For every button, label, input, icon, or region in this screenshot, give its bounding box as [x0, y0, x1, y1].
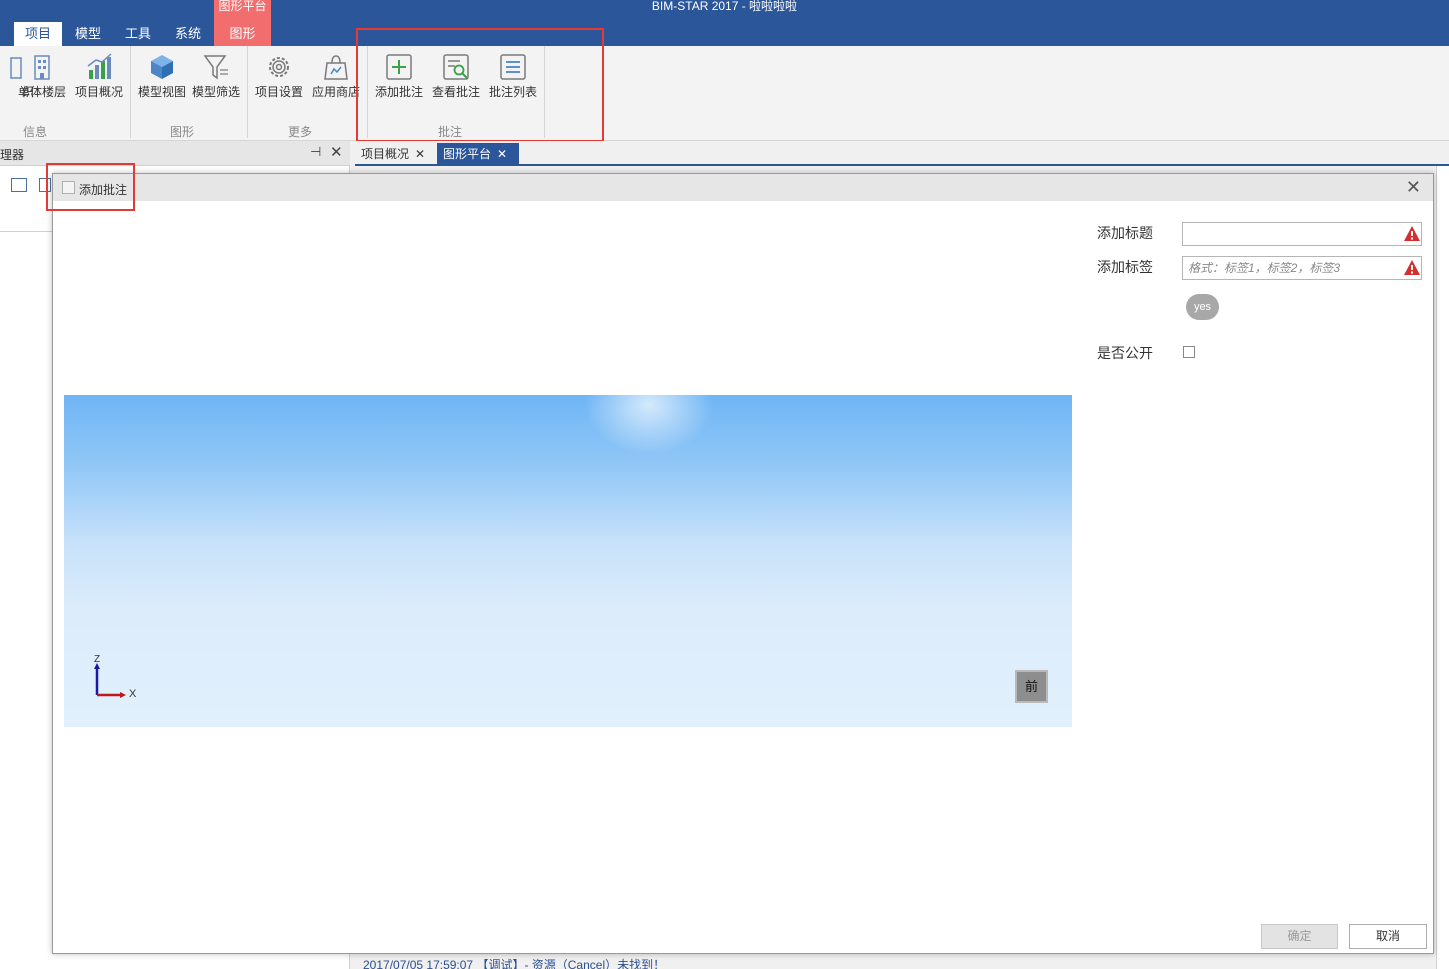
group-label-annotation: 批注 — [437, 125, 462, 139]
front-view-button[interactable]: 前 — [1015, 670, 1048, 703]
doc-tab-project-overview[interactable]: 项目概况 ✕ — [355, 143, 437, 165]
cancel-button[interactable]: 取消 — [1349, 924, 1427, 949]
dialog-header: 添加批注 ✕ — [53, 174, 1433, 201]
title-input[interactable] — [1182, 222, 1422, 246]
group-separator — [367, 46, 368, 138]
tag-chip[interactable]: yes — [1186, 294, 1219, 320]
group-label-graphics: 图形 — [169, 125, 194, 139]
ribbon-button-single-floor[interactable]: 单体楼层 — [14, 52, 70, 104]
tags-input[interactable] — [1182, 256, 1422, 280]
sky-sun-glow — [584, 395, 714, 455]
bar-chart-icon — [87, 53, 112, 79]
add-annotation-icon — [62, 181, 75, 194]
cube-icon — [151, 55, 173, 79]
close-icon[interactable]: ✕ — [330, 143, 343, 161]
ribbon-button-app-store[interactable]: 应用商店 — [308, 52, 364, 104]
right-panel-strip — [1436, 166, 1449, 969]
ribbon: 织 单体楼层 项目概况 信息 模型视图 模型筛选 图形 项目设置 应用商店 更多… — [0, 46, 1449, 141]
ribbon-button-label: 查看批注 — [431, 85, 480, 99]
store-bag-icon — [324, 55, 348, 80]
divider — [0, 231, 52, 232]
dialog-title: 添加批注 — [79, 183, 128, 197]
axis-z-label: Z — [94, 654, 101, 665]
tab-graphics[interactable]: 图形 — [214, 22, 271, 46]
ribbon-button-view-annotation[interactable]: 查看批注 — [428, 52, 484, 104]
tab-model[interactable]: 模型 — [66, 22, 110, 46]
doc-tab-label: 项目概况 — [361, 147, 410, 161]
tab-system[interactable]: 系统 — [166, 22, 210, 46]
ribbon-button-add-annotation[interactable]: 添加批注 — [371, 52, 427, 104]
add-annotation-icon — [386, 54, 412, 80]
ribbon-button-label: 批注列表 — [488, 85, 537, 99]
pin-icon[interactable]: ⊣ — [310, 144, 321, 160]
close-icon[interactable]: ✕ — [497, 147, 507, 161]
ribbon-button-model-filter[interactable]: 模型筛选 — [188, 52, 244, 104]
title-field-label: 添加标题 — [1097, 225, 1153, 241]
view-annotation-icon — [443, 54, 469, 80]
list-icon — [500, 54, 526, 80]
left-pane-title: 理器 — [0, 148, 25, 162]
doc-tab-label: 图形平台 — [443, 147, 492, 161]
document-tabs: 项目概况 ✕ 图形平台 ✕ — [355, 141, 1449, 166]
ribbon-button-annotation-list[interactable]: 批注列表 — [485, 52, 541, 104]
group-separator — [247, 46, 248, 138]
close-icon[interactable]: ✕ — [1406, 177, 1421, 198]
ribbon-button-model-view[interactable]: 模型视图 — [134, 52, 190, 104]
title-bar: BIM-STAR 2017 - 啦啦啦啦 图形平台 项目 模型 工具 系统 图形 — [0, 0, 1449, 46]
3d-viewport[interactable]: Z X 前 — [64, 395, 1072, 727]
ribbon-button-label: 项目设置 — [254, 85, 303, 99]
ribbon-button-project-settings[interactable]: 项目设置 — [251, 52, 307, 104]
collapse-tree-icon[interactable] — [39, 178, 51, 192]
ok-button[interactable]: 确定 — [1261, 924, 1338, 949]
expand-tree-icon[interactable] — [11, 178, 27, 192]
ribbon-button-label: 模型视图 — [137, 85, 186, 99]
ribbon-button-label: 添加批注 — [374, 85, 423, 99]
ribbon-button-label: 应用商店 — [311, 85, 360, 99]
ribbon-button-label: 模型筛选 — [191, 85, 240, 99]
group-label-more: 更多 — [287, 125, 312, 139]
left-pane-header: 理器 ⊣ ✕ — [0, 141, 350, 166]
tab-tools[interactable]: 工具 — [116, 22, 160, 46]
add-annotation-dialog: 添加批注 ✕ Z X 前 添加标题 添加标签 yes 是否公开 确定 取消 — [52, 173, 1434, 954]
public-field-label: 是否公开 — [1097, 345, 1153, 361]
building-icon — [34, 55, 50, 80]
ribbon-button-label: 单体楼层 — [17, 85, 66, 99]
ribbon-button-project-overview[interactable]: 项目概况 — [71, 52, 127, 104]
group-separator — [130, 46, 131, 138]
tags-field-label: 添加标签 — [1097, 259, 1153, 275]
contextual-group-label: 图形平台 — [218, 0, 267, 13]
close-icon[interactable]: ✕ — [415, 147, 425, 161]
warning-icon — [1404, 260, 1420, 275]
group-separator — [544, 46, 545, 138]
axis-x-label: X — [129, 688, 137, 700]
tab-project[interactable]: 项目 — [14, 22, 62, 46]
group-label-info: 信息 — [22, 125, 47, 139]
ribbon-button-label: 项目概况 — [74, 85, 123, 99]
log-output-line: 2017/07/05 17:59:07 【调试】- 资源（Cancel）未找到！ — [363, 958, 666, 969]
public-checkbox[interactable] — [1183, 346, 1195, 358]
gear-icon — [269, 57, 289, 77]
doc-tab-graphics-platform[interactable]: 图形平台 ✕ — [437, 143, 519, 165]
filter-icon — [203, 55, 228, 80]
warning-icon — [1404, 226, 1420, 241]
